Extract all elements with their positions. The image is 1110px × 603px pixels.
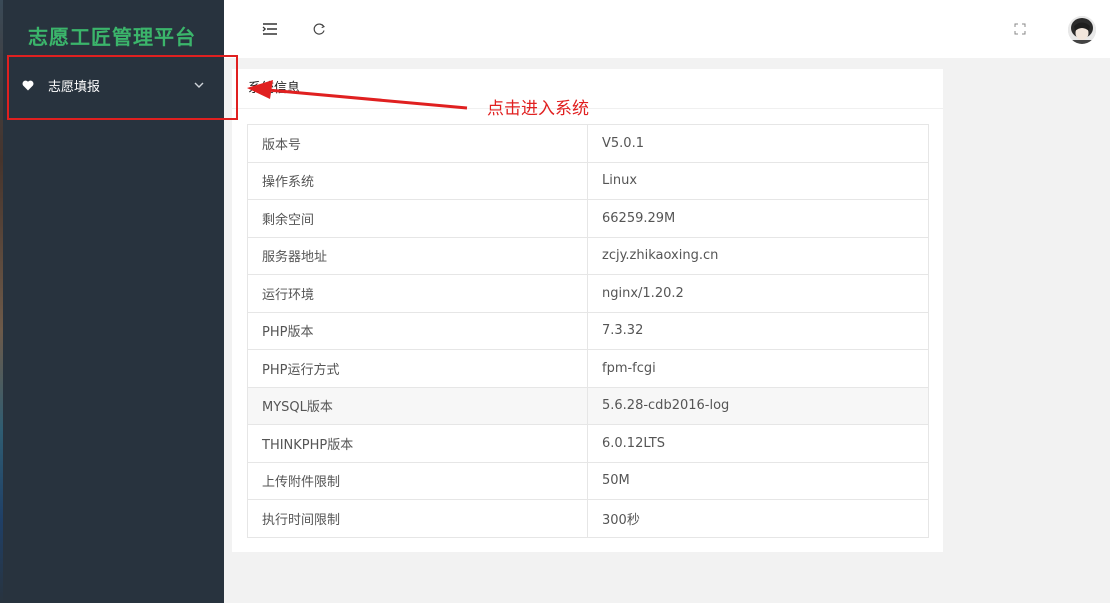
- table-row: 服务器地址 zcjy.zhikaoxing.cn: [247, 236, 929, 275]
- table-row: 上传附件限制 50M: [247, 461, 929, 500]
- info-value: fpm-fcgi: [587, 349, 929, 388]
- table-row: 剩余空间 66259.29M: [247, 199, 929, 238]
- info-key: PHP版本: [247, 311, 588, 350]
- table-row: 操作系统 Linux: [247, 161, 929, 200]
- info-value: V5.0.1: [587, 124, 929, 163]
- system-info-table: 版本号 V5.0.1 操作系统 Linux 剩余空间 66259.29M 服务器…: [247, 124, 929, 538]
- table-row: MYSQL版本 5.6.28-cdb2016-log: [247, 386, 929, 425]
- table-row: 运行环境 nginx/1.20.2: [247, 274, 929, 313]
- info-value: 7.3.32: [587, 311, 929, 350]
- table-row: PHP版本 7.3.32: [247, 311, 929, 350]
- sidebar-edge: [0, 0, 3, 603]
- info-key: MYSQL版本: [247, 386, 588, 425]
- info-key: 服务器地址: [247, 236, 588, 275]
- chevron-down-icon: [192, 78, 206, 92]
- info-value: 5.6.28-cdb2016-log: [587, 386, 929, 425]
- info-key: 操作系统: [247, 161, 588, 200]
- card-title: 系统信息: [248, 81, 301, 96]
- info-value: nginx/1.20.2: [587, 274, 929, 313]
- info-key: PHP运行方式: [247, 349, 588, 388]
- table-row: THINKPHP版本 6.0.12LTS: [247, 424, 929, 463]
- info-value: zcjy.zhikaoxing.cn: [587, 236, 929, 275]
- info-key: 上传附件限制: [247, 461, 588, 500]
- info-value: 66259.29M: [587, 199, 929, 238]
- table-row: PHP运行方式 fpm-fcgi: [247, 349, 929, 388]
- sidebar-item-volunteer-filling[interactable]: 志愿填报: [8, 65, 222, 105]
- avatar[interactable]: [1068, 16, 1096, 44]
- sidebar-item-label: 志愿填报: [48, 79, 101, 95]
- app-logo-title: 志愿工匠管理平台: [28, 24, 196, 49]
- menu-toggle-icon[interactable]: [261, 20, 279, 38]
- info-key: 执行时间限制: [247, 499, 588, 538]
- info-value: 50M: [587, 461, 929, 500]
- info-key: 运行环境: [247, 274, 588, 313]
- info-key: THINKPHP版本: [247, 424, 588, 463]
- info-key: 剩余空间: [247, 199, 588, 238]
- heart-icon: [22, 77, 40, 93]
- info-value: 300秒: [587, 499, 929, 538]
- info-key: 版本号: [247, 124, 588, 163]
- info-value: Linux: [587, 161, 929, 200]
- refresh-icon[interactable]: [310, 20, 328, 38]
- table-row: 版本号 V5.0.1: [247, 124, 929, 163]
- table-row: 执行时间限制 300秒: [247, 499, 929, 538]
- annotation-label: 点击进入系统: [487, 99, 589, 119]
- top-header: [224, 0, 1110, 58]
- fullscreen-icon[interactable]: [1011, 20, 1029, 38]
- info-value: 6.0.12LTS: [587, 424, 929, 463]
- sidebar: 志愿工匠管理平台 志愿填报: [0, 0, 224, 603]
